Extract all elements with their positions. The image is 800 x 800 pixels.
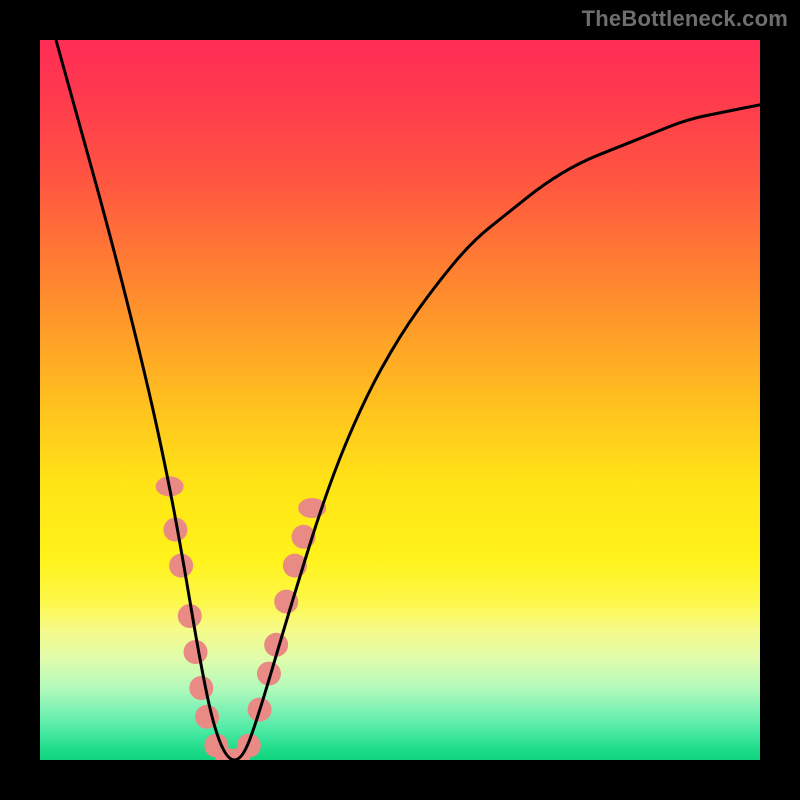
bottleneck-curve [40,40,760,760]
data-marker [184,640,208,664]
data-marker [189,676,213,700]
data-markers [156,476,327,760]
plot-area [40,40,760,760]
watermark-label: TheBottleneck.com [582,6,788,32]
curve-line [40,40,760,760]
chart-frame: TheBottleneck.com [0,0,800,800]
